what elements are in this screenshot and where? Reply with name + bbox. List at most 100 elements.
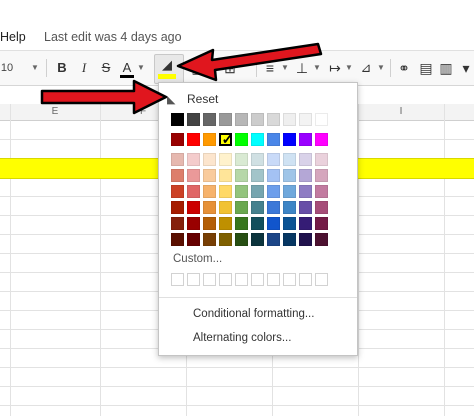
chart-icon[interactable]: ▥	[438, 51, 454, 85]
color-swatch[interactable]	[283, 169, 296, 182]
color-swatch[interactable]	[251, 233, 264, 246]
color-swatch[interactable]	[203, 217, 216, 230]
color-swatch[interactable]	[251, 153, 264, 166]
filter-icon[interactable]: ▾	[458, 51, 474, 85]
color-swatch[interactable]	[235, 133, 248, 146]
custom-color-slot[interactable]	[283, 273, 296, 286]
color-swatch[interactable]	[283, 233, 296, 246]
custom-color-slot[interactable]	[251, 273, 264, 286]
color-swatch[interactable]	[251, 113, 264, 126]
color-swatch[interactable]	[171, 233, 184, 246]
borders-icon[interactable]: ▦	[190, 51, 206, 85]
color-swatch[interactable]	[299, 233, 312, 246]
color-swatch[interactable]	[283, 113, 296, 126]
custom-color-slot[interactable]	[187, 273, 200, 286]
alternating-colors-item[interactable]: Alternating colors...	[193, 332, 291, 344]
color-swatch[interactable]	[267, 133, 280, 146]
column-header-e[interactable]: E	[10, 104, 100, 120]
color-swatch[interactable]	[235, 169, 248, 182]
color-swatch[interactable]	[171, 153, 184, 166]
color-swatch[interactable]	[251, 185, 264, 198]
color-swatch[interactable]	[299, 185, 312, 198]
color-swatch[interactable]	[187, 185, 200, 198]
color-swatch[interactable]	[219, 217, 232, 230]
color-swatch[interactable]	[267, 233, 280, 246]
color-swatch[interactable]	[203, 233, 216, 246]
merge-icon[interactable]: ⊞	[222, 51, 238, 85]
color-swatch[interactable]	[267, 153, 280, 166]
color-swatch[interactable]	[267, 185, 280, 198]
color-swatch[interactable]	[203, 153, 216, 166]
color-swatch[interactable]	[251, 169, 264, 182]
italic-button[interactable]: I	[76, 51, 92, 85]
custom-color-slot[interactable]	[171, 273, 184, 286]
custom-color-slot[interactable]	[299, 273, 312, 286]
menu-help[interactable]: Help	[0, 30, 26, 44]
color-swatch[interactable]	[315, 217, 328, 230]
color-swatch[interactable]	[299, 153, 312, 166]
color-swatch[interactable]	[187, 153, 200, 166]
text-wrap-icon[interactable]: ↦	[326, 51, 344, 85]
color-swatch[interactable]	[171, 217, 184, 230]
color-swatch[interactable]	[251, 201, 264, 214]
color-swatch[interactable]	[283, 185, 296, 198]
color-swatch[interactable]	[283, 201, 296, 214]
color-swatch[interactable]	[315, 233, 328, 246]
comment-icon[interactable]: ▤	[418, 51, 434, 85]
color-swatch[interactable]	[267, 113, 280, 126]
color-swatch[interactable]	[267, 169, 280, 182]
color-swatch[interactable]	[203, 201, 216, 214]
color-swatch[interactable]	[251, 217, 264, 230]
color-swatch[interactable]	[203, 113, 216, 126]
color-swatch[interactable]	[171, 133, 184, 146]
color-swatch[interactable]: ✓	[219, 131, 233, 147]
color-swatch[interactable]	[171, 169, 184, 182]
font-size-select[interactable]: 10	[0, 51, 14, 85]
color-swatch[interactable]	[299, 113, 312, 126]
chevron-down-icon[interactable]: ▼	[376, 51, 386, 85]
color-swatch[interactable]	[251, 133, 264, 146]
custom-color-slot[interactable]	[219, 273, 232, 286]
color-swatch[interactable]	[235, 233, 248, 246]
color-swatch[interactable]	[235, 185, 248, 198]
custom-color-slot[interactable]	[235, 273, 248, 286]
color-swatch[interactable]	[187, 201, 200, 214]
color-swatch[interactable]	[235, 217, 248, 230]
custom-color-slot[interactable]	[267, 273, 280, 286]
custom-color-slot[interactable]	[203, 273, 216, 286]
color-swatch[interactable]	[187, 169, 200, 182]
color-swatch[interactable]	[187, 113, 200, 126]
strikethrough-button[interactable]: S	[98, 51, 114, 85]
color-swatch[interactable]	[235, 113, 248, 126]
color-swatch[interactable]	[187, 233, 200, 246]
color-swatch[interactable]	[267, 201, 280, 214]
color-swatch[interactable]	[171, 201, 184, 214]
custom-color-slot[interactable]	[315, 273, 328, 286]
color-swatch[interactable]	[299, 169, 312, 182]
color-swatch[interactable]	[187, 217, 200, 230]
chevron-down-icon[interactable]: ▼	[30, 51, 40, 85]
color-swatch[interactable]	[171, 113, 184, 126]
color-swatch[interactable]	[219, 153, 232, 166]
color-swatch[interactable]	[315, 169, 328, 182]
color-swatch[interactable]	[219, 201, 232, 214]
color-swatch[interactable]	[219, 233, 232, 246]
color-swatch[interactable]	[315, 201, 328, 214]
align-left-icon[interactable]: ≡	[262, 51, 278, 85]
reset-color-button[interactable]: ◣ Reset	[167, 89, 218, 109]
color-swatch[interactable]	[315, 153, 328, 166]
chevron-down-icon[interactable]: ▼	[312, 51, 322, 85]
color-swatch[interactable]	[299, 201, 312, 214]
custom-color-button[interactable]: Custom...	[173, 253, 222, 265]
link-icon[interactable]: ⚭	[396, 51, 412, 85]
color-swatch[interactable]	[219, 113, 232, 126]
color-swatch[interactable]	[315, 185, 328, 198]
text-rotation-icon[interactable]: ⊿	[358, 51, 374, 85]
color-swatch[interactable]	[219, 185, 232, 198]
color-swatch[interactable]	[299, 133, 312, 146]
color-swatch[interactable]	[203, 169, 216, 182]
last-edit-link[interactable]: Last edit was 4 days ago	[44, 30, 182, 44]
color-swatch[interactable]	[219, 169, 232, 182]
color-swatch[interactable]	[283, 217, 296, 230]
color-swatch[interactable]	[171, 185, 184, 198]
